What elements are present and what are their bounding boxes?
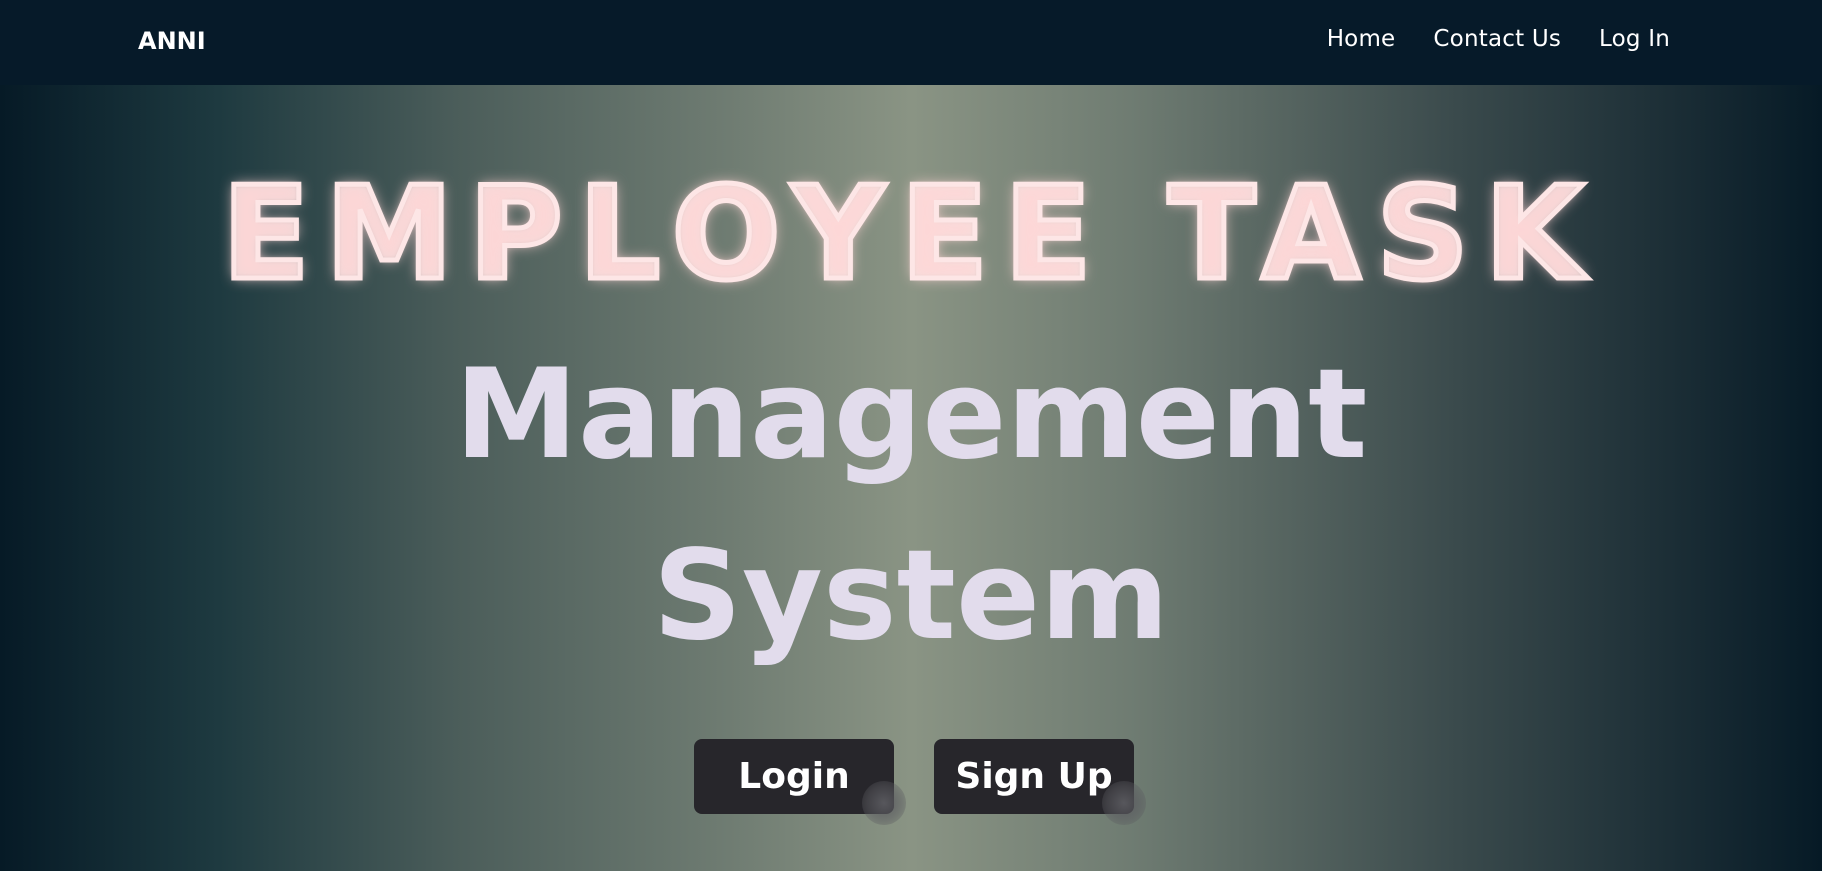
nav-link-contact-us[interactable]: Contact Us xyxy=(1433,22,1561,56)
hero-title-management: Management xyxy=(454,343,1368,487)
nav-link-home[interactable]: Home xyxy=(1327,22,1396,56)
hero-section: EMPLOYEE TASK Management System Login Si… xyxy=(0,85,1822,871)
nav-link-log-in[interactable]: Log In xyxy=(1599,22,1670,56)
brand-logo[interactable]: ANNI xyxy=(138,24,206,58)
hero-title-system: System xyxy=(652,524,1170,668)
hero-title-outline: EMPLOYEE TASK xyxy=(220,158,1600,312)
nav-links: Home Contact Us Log In xyxy=(1327,22,1670,56)
signup-button-glow xyxy=(1102,781,1146,825)
login-button-glow xyxy=(862,781,906,825)
top-navbar: ANNI Home Contact Us Log In xyxy=(0,0,1822,85)
